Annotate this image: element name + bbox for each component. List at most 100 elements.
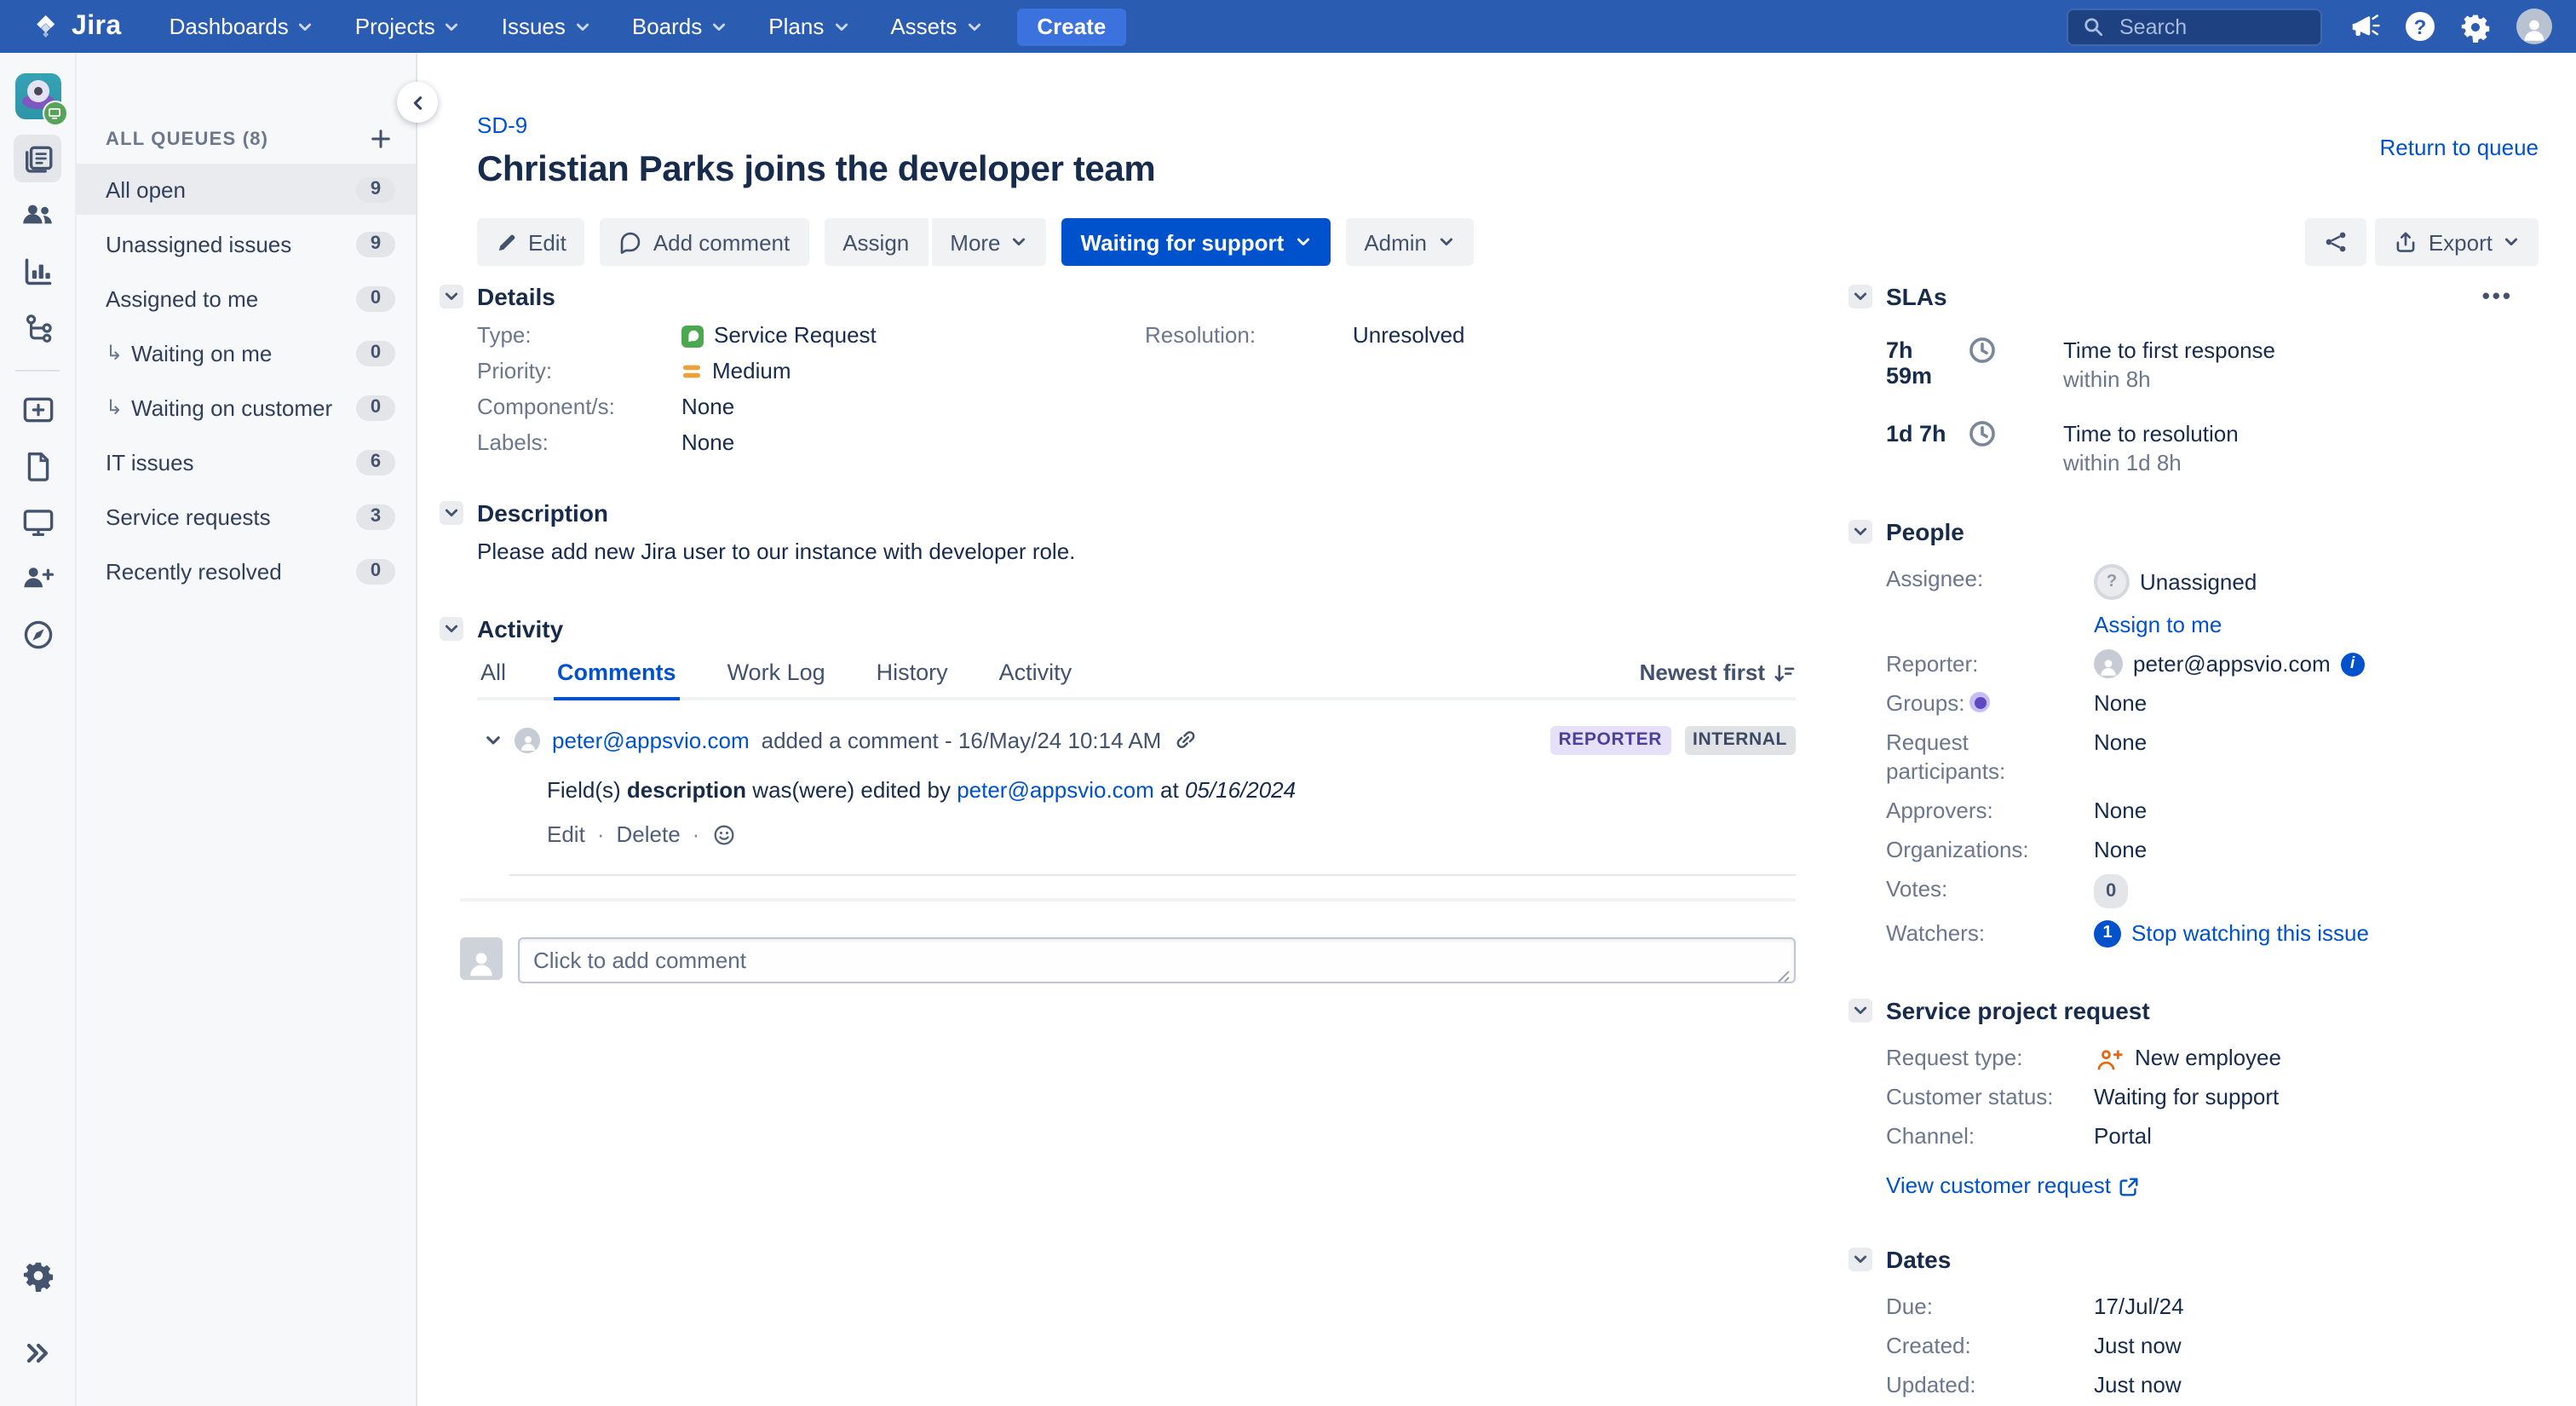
comment-author-link[interactable]: peter@appsvio.com [552,727,750,752]
user-avatar[interactable] [2516,9,2552,44]
view-customer-request-link[interactable]: View customer request [1886,1171,2111,1200]
collapse-spr-icon[interactable] [1849,999,1872,1023]
sidebar-item-channels[interactable] [14,498,61,545]
votes-row: Votes: 0 [1886,874,2550,908]
tab-all[interactable]: All [477,660,509,697]
sidebar-item-discover[interactable] [14,610,61,658]
tab-work-log[interactable]: Work Log [724,660,829,697]
sidebar-item-reports[interactable] [14,247,61,295]
more-button[interactable]: More [931,218,1046,266]
groups-value: None [2094,689,2147,717]
admin-button[interactable]: Admin [1345,218,1473,266]
queue-item-recently-resolved[interactable]: Recently resolved0 [77,545,416,596]
jira-logo[interactable]: Jira [31,11,122,42]
export-button[interactable]: Export [2376,218,2539,266]
channel-row: Channel: Portal [1886,1121,2550,1150]
collapse-comment-icon[interactable] [484,730,503,749]
due-label: Due: [1886,1292,2094,1321]
tab-comments[interactable]: Comments [554,660,680,697]
sort-order-button[interactable]: Newest first [1640,660,1796,697]
nav-dashboards[interactable]: Dashboards [170,14,314,39]
comment-input[interactable] [518,937,1796,983]
nav-boards[interactable]: Boards [632,14,727,39]
queue-label: Unassigned issues [106,231,356,256]
search-input[interactable] [2116,13,2276,40]
issue-view: Return to queue SD-9 Christian Parks joi… [419,53,2576,1406]
comment-edit-link[interactable]: Edit [547,821,585,847]
chevron-down-icon [1437,233,1454,251]
global-search[interactable] [2067,8,2322,45]
nav-projects[interactable]: Projects [355,14,461,39]
share-button[interactable] [2306,218,2367,266]
project-avatar[interactable] [14,73,60,119]
edit-button[interactable]: Edit [477,218,585,266]
create-button[interactable]: Create [1016,8,1126,45]
assign-to-me-link[interactable]: Assign to me [2094,612,2222,637]
collapse-dates-icon[interactable] [1849,1248,1872,1271]
reports-chart-icon [21,255,54,287]
new-employee-icon [2094,1044,2125,1071]
tab-history[interactable]: History [873,660,952,697]
queue-item-waiting-on-me[interactable]: ↳Waiting on me0 [77,327,416,378]
sidebar-item-knowledge-base[interactable] [14,441,61,489]
assign-button[interactable]: Assign [824,218,928,266]
slas-more-menu[interactable]: ••• [2482,283,2513,308]
collapse-people-icon[interactable] [1849,520,1872,544]
stop-watching-link[interactable]: Stop watching this issue [2131,919,2369,948]
sla-goal: within 1d 8h [2063,448,2239,477]
reporter-label: Reporter: [1886,649,2094,678]
sidebar-item-queues[interactable] [14,135,61,182]
comment-body-user-link[interactable]: peter@appsvio.com [957,777,1154,803]
sla-name: Time to resolution [2063,419,2239,448]
service-project-request-section: Service project request Request type: Ne… [1849,997,2550,1200]
sidebar-item-raise-request[interactable] [14,385,61,433]
organizations-label: Organizations: [1886,835,2094,864]
collapse-slas-icon[interactable] [1849,285,1872,308]
issue-key-link[interactable]: SD-9 [477,112,527,138]
assignee-label: Assignee: [1886,564,2094,639]
sidebar-item-invite-team[interactable] [14,554,61,602]
assignee-value: Unassigned [2140,568,2257,596]
description-section-title: Description [477,499,608,527]
collapse-activity-icon[interactable] [440,617,463,641]
collapse-description-icon[interactable] [440,501,463,525]
add-queue-button[interactable] [370,128,392,150]
queue-label: IT issues [106,449,356,475]
help-icon[interactable]: ? [2406,12,2435,41]
votes-badge[interactable]: 0 [2094,874,2128,908]
queue-item-it-issues[interactable]: IT issues6 [77,436,416,487]
watchers-count-badge[interactable]: 1 [2094,919,2121,947]
people-section: People Assignee: ? Unassigned Assign to … [1849,518,2550,948]
groups-icon[interactable] [1970,692,1991,712]
queue-item-service-requests[interactable]: Service requests3 [77,491,416,542]
project-settings-button[interactable] [14,1251,61,1299]
sidebar-item-customers[interactable] [14,191,61,239]
dot-separator: · [597,821,605,847]
comment-delete-link[interactable]: Delete [617,821,681,847]
queue-item-waiting-on-customer[interactable]: ↳Waiting on customer0 [77,382,416,433]
issue-title: Christian Parks joins the developer team [477,150,1796,191]
permalink-icon[interactable] [1173,724,1197,755]
queue-item-unassigned-issues[interactable]: Unassigned issues9 [77,218,416,269]
collapse-details-icon[interactable] [440,285,463,308]
tab-activity[interactable]: Activity [996,660,1076,697]
info-icon[interactable]: i [2341,652,2365,676]
status-transition-button[interactable]: Waiting for support [1062,218,1331,266]
return-to-queue-link[interactable]: Return to queue [2380,135,2539,160]
admin-gear-icon[interactable] [2460,11,2491,42]
collapse-sidebar-button[interactable] [397,82,438,123]
expand-sidebar-button[interactable] [14,1329,61,1377]
add-reaction-icon[interactable] [711,822,735,846]
slas-section-title: SLAs [1886,283,1947,310]
sidebar-item-workflows[interactable] [14,303,61,351]
nav-assets[interactable]: Assets [890,14,982,39]
queue-item-assigned-to-me[interactable]: Assigned to me0 [77,273,416,324]
updated-row: Updated: Just now [1886,1370,2550,1399]
feedback-megaphone-icon[interactable] [2348,10,2380,43]
type-label: Type: [477,322,681,349]
description-text: Please add new Jira user to our instance… [477,537,1796,566]
nav-issues[interactable]: Issues [502,14,591,39]
queue-item-all-open[interactable]: All open9 [77,164,416,215]
nav-plans[interactable]: Plans [768,14,849,39]
add-comment-button[interactable]: Add comment [601,218,808,266]
